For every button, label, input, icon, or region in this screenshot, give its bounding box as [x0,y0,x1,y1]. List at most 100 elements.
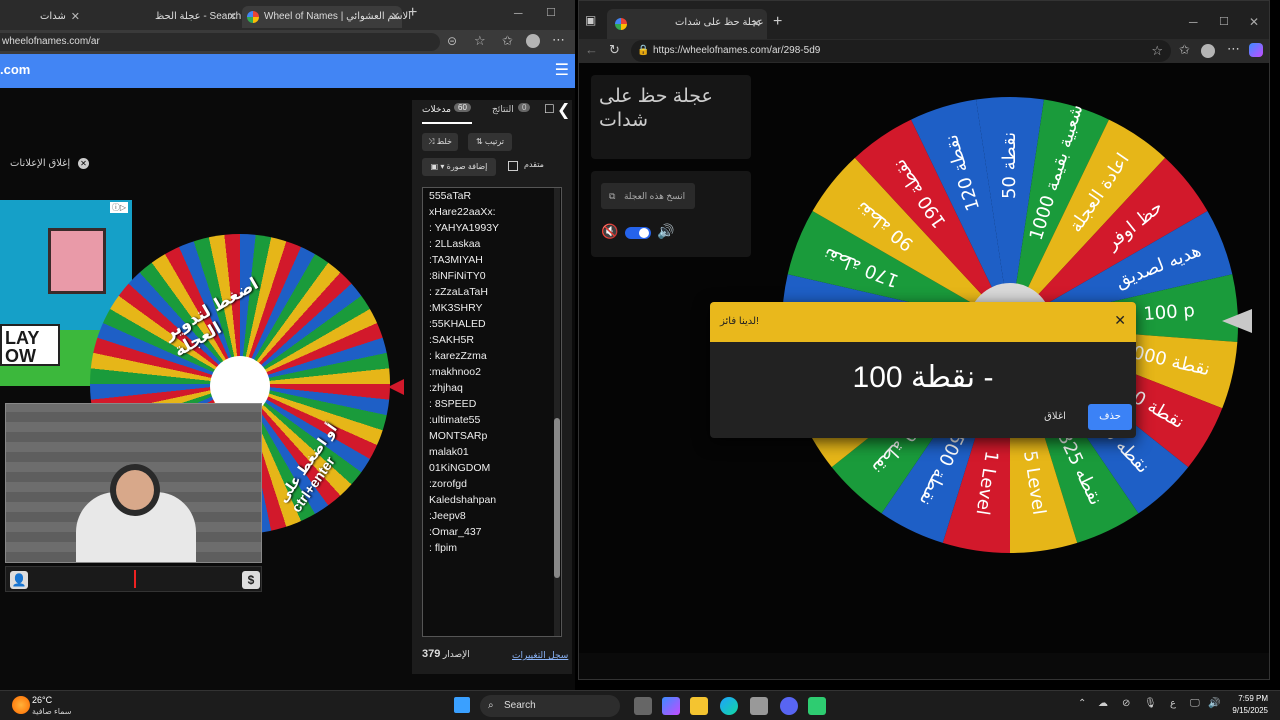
maximize-icon[interactable]: ☐ [546,6,556,19]
close-icon[interactable]: ✕ [71,6,80,28]
copy-wheel-button[interactable]: ⧉ انسخ هذه العجلة [601,183,695,209]
site-brand[interactable]: .com [0,62,30,77]
sound-toggle[interactable] [625,227,651,239]
close-icon[interactable]: ✕ [391,6,400,28]
weather-text: سماء صافية [32,707,72,716]
more-icon[interactable]: ⋯ [1227,41,1240,57]
site-header: .com ☰ [0,54,575,88]
right-tab-bar: ▣ عجلة حظ على شدات ✕ + ─ ☐ ✕ [579,1,1269,39]
mic-icon[interactable]: 🎙 [1144,698,1157,709]
hamburger-menu-icon[interactable]: ☰ [555,60,569,80]
profile-avatar[interactable] [526,34,540,48]
close-icon[interactable]: ✕ [752,17,761,30]
copilot-icon[interactable] [1249,43,1263,57]
star-icon[interactable]: ☆ [474,33,486,49]
clock-time[interactable]: 7:59 PM [1226,694,1268,703]
app-icon[interactable] [808,697,826,715]
list-item: :8iNFiNiTY0 [429,270,486,282]
tracking-icon[interactable]: ⊝ [447,34,457,48]
list-item: :ultimate55 [429,414,481,426]
wheel-pointer [1222,309,1252,333]
overlay-bar: 👤 $ [5,566,262,592]
file-explorer-icon[interactable] [690,697,708,715]
tab-actions-icon[interactable]: ▣ [585,13,596,27]
list-item: :Omar_437 [429,526,482,538]
new-tab-icon[interactable]: + [773,13,782,31]
remove-button[interactable]: حذف [1088,404,1132,430]
webcam-overlay [5,403,262,563]
minimize-icon[interactable]: ─ [514,6,523,20]
tab-search[interactable]: عجلة الحظ - Search ✕ [155,6,241,28]
store-icon[interactable] [750,697,768,715]
back-icon[interactable]: ← [585,42,598,57]
list-item: :Jeepv8 [429,510,466,522]
hide-panel-icon[interactable]: ☐ [544,102,555,116]
new-tab-icon[interactable]: + [408,4,417,22]
weather-icon[interactable] [12,696,30,714]
left-browser-window: شدات ✕ عجلة الحظ - Search ✕ Wheel of Nam… [0,0,575,690]
favorites-icon[interactable]: ✩ [1179,42,1190,58]
close-icon[interactable]: ✕ [1114,312,1126,329]
favorites-icon[interactable]: ✩ [502,33,513,49]
ad-play-button: LAY OW [0,324,60,366]
edge-icon[interactable] [720,697,738,715]
maximize-icon[interactable]: ☐ [1219,15,1229,28]
clock-date[interactable]: 9/15/2025 [1226,706,1268,715]
copilot-icon[interactable] [662,697,680,715]
changelog-link[interactable]: سجل التغييرات [512,650,568,661]
tab-shadat[interactable]: شدات ✕ [40,6,82,28]
list-item: 01KiNGDOM [429,462,491,474]
list-item: : YAHYA1993Y [429,222,500,234]
star-icon[interactable]: ☆ [1151,40,1163,62]
shuffle-button[interactable]: ⤨ خلط [422,133,458,151]
taskbar-search[interactable]: ⌕ Search [480,695,620,717]
list-item: MONTSARp [429,430,488,442]
task-view-icon[interactable] [634,697,652,715]
more-icon[interactable]: ⋯ [552,32,565,48]
wheel-segment-label: 100 p [1143,300,1196,325]
list-item: :TA3MIYAH [429,254,483,266]
add-image-button[interactable]: ▣ ▾ إضافة صورة [422,158,496,176]
right-url-field[interactable]: 🔒 https://wheelofnames.com/ar/298-5d9 ☆ [631,40,1171,62]
volume-icon[interactable]: 🔊 [657,223,674,240]
list-item: 555aTaR [429,190,472,202]
discord-icon[interactable] [780,697,798,715]
list-item: :makhnoo2 [429,366,481,378]
list-item: :55KHALED [429,318,486,330]
taskbar: 26°C سماء صافية ⌕ Search ⌃ ☁ ⊘ 🎙 ع 🖵 🔊 7… [0,690,1280,720]
language-indicator[interactable]: ع [1170,698,1176,709]
entries-textarea[interactable]: 555aTaR xHare22aaXx: : YAHYA1993Y : 2LLa… [422,187,562,637]
sort-button[interactable]: ⇅ ترتيب [468,133,512,151]
wheel-favicon-icon [247,11,259,23]
minimize-icon[interactable]: ─ [1189,15,1198,29]
dnd-icon[interactable]: ⊘ [1122,698,1130,709]
tab-wheel-of-names[interactable]: Wheel of Names | الاسم العشوائي ✕ [242,6,411,28]
speaker-icon[interactable]: 🔊 [1208,698,1220,709]
list-item: malak01 [429,446,469,458]
entries-panel: مدخلات 60 النتائج 0 ☐ ❮ ⤨ خلط ⇅ ترتيب ▣ … [412,100,572,674]
dollar-icon: $ [242,571,260,589]
window-close-icon[interactable]: ✕ [1249,15,1259,29]
tab-wheel[interactable]: عجلة حظ على شدات ✕ [607,9,767,39]
app-tray-icon[interactable]: ☁ [1098,698,1108,709]
refresh-icon[interactable]: ↻ [609,42,620,58]
ad-info-icon[interactable]: ⓘ▷ [109,202,128,213]
left-url-field[interactable]: wheelofnames.com/ar [0,33,440,51]
wheel-favicon-icon [615,18,627,30]
streamer-face [110,464,160,516]
close-icon[interactable]: ✕ [228,6,237,28]
search-icon: ⌕ [488,700,494,711]
user-icon: 👤 [10,571,28,589]
profile-avatar[interactable] [1201,44,1215,58]
wheel-title-card: عجلة حظ على شدات [591,75,751,159]
winner-text: نقطة 100 - [852,361,994,394]
chevron-up-icon[interactable]: ⌃ [1078,698,1086,709]
list-item: : karezZzma [429,350,487,362]
close-button[interactable]: اغلاق [1040,404,1070,430]
start-icon[interactable] [454,697,470,713]
network-icon[interactable]: 🖵 [1190,698,1200,709]
chevron-left-icon[interactable]: ❮ [557,100,570,120]
mute-icon[interactable]: 🔇 [601,223,618,240]
entries-scrollbar[interactable] [554,188,560,636]
list-item: : zZzaLaTaH [429,286,488,298]
